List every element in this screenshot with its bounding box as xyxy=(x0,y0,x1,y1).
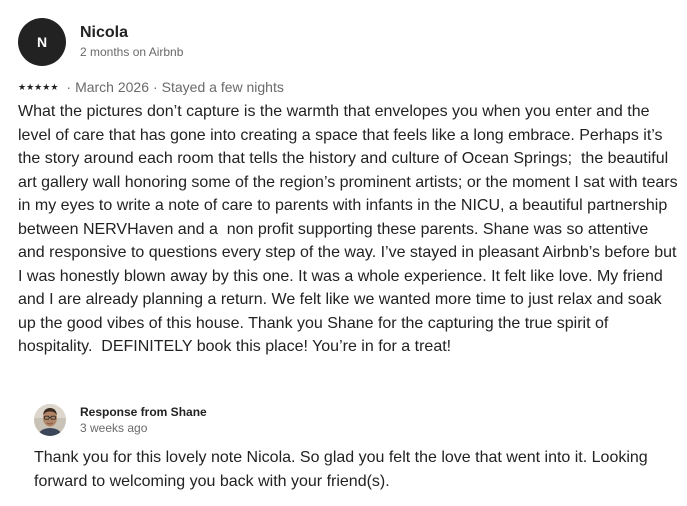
meta-separator: · xyxy=(66,79,72,95)
host-avatar[interactable] xyxy=(34,404,66,436)
rating-stars: ★ ★ ★ ★ ★ xyxy=(18,78,58,96)
response-time: 3 weeks ago xyxy=(80,421,148,435)
reviewer-name: Nicola xyxy=(80,24,129,41)
reviewer-info: Nicola 2 months on Airbnb xyxy=(80,23,183,61)
review-card: N Nicola 2 months on Airbnb ★ ★ ★ ★ ★ · … xyxy=(18,18,678,359)
review-date: March 2026 xyxy=(75,79,149,95)
host-avatar-image xyxy=(34,404,66,436)
star-icon: ★ xyxy=(34,82,43,92)
response-info: Response from Shane 3 weeks ago xyxy=(80,404,207,436)
star-icon: ★ xyxy=(42,82,51,92)
reviewer-tenure: 2 months on Airbnb xyxy=(80,45,184,59)
meta-separator: · xyxy=(153,79,158,95)
star-icon: ★ xyxy=(26,82,35,92)
reviewer-avatar[interactable]: N xyxy=(18,18,66,66)
reviewer-header: N Nicola 2 months on Airbnb xyxy=(18,18,678,66)
response-title: Response from Shane xyxy=(80,405,207,419)
stay-length: Stayed a few nights xyxy=(161,79,284,95)
review-text: What the pictures don’t capture is the w… xyxy=(18,103,683,355)
star-icon: ★ xyxy=(18,82,27,92)
star-icon: ★ xyxy=(50,82,59,92)
host-response: Response from Shane 3 weeks ago Thank yo… xyxy=(34,404,674,493)
response-header: Response from Shane 3 weeks ago xyxy=(34,404,674,436)
response-text: Thank you for this lovely note Nicola. S… xyxy=(34,449,648,490)
review-meta: ★ ★ ★ ★ ★ · March 2026 · Stayed a few ni… xyxy=(18,78,678,96)
